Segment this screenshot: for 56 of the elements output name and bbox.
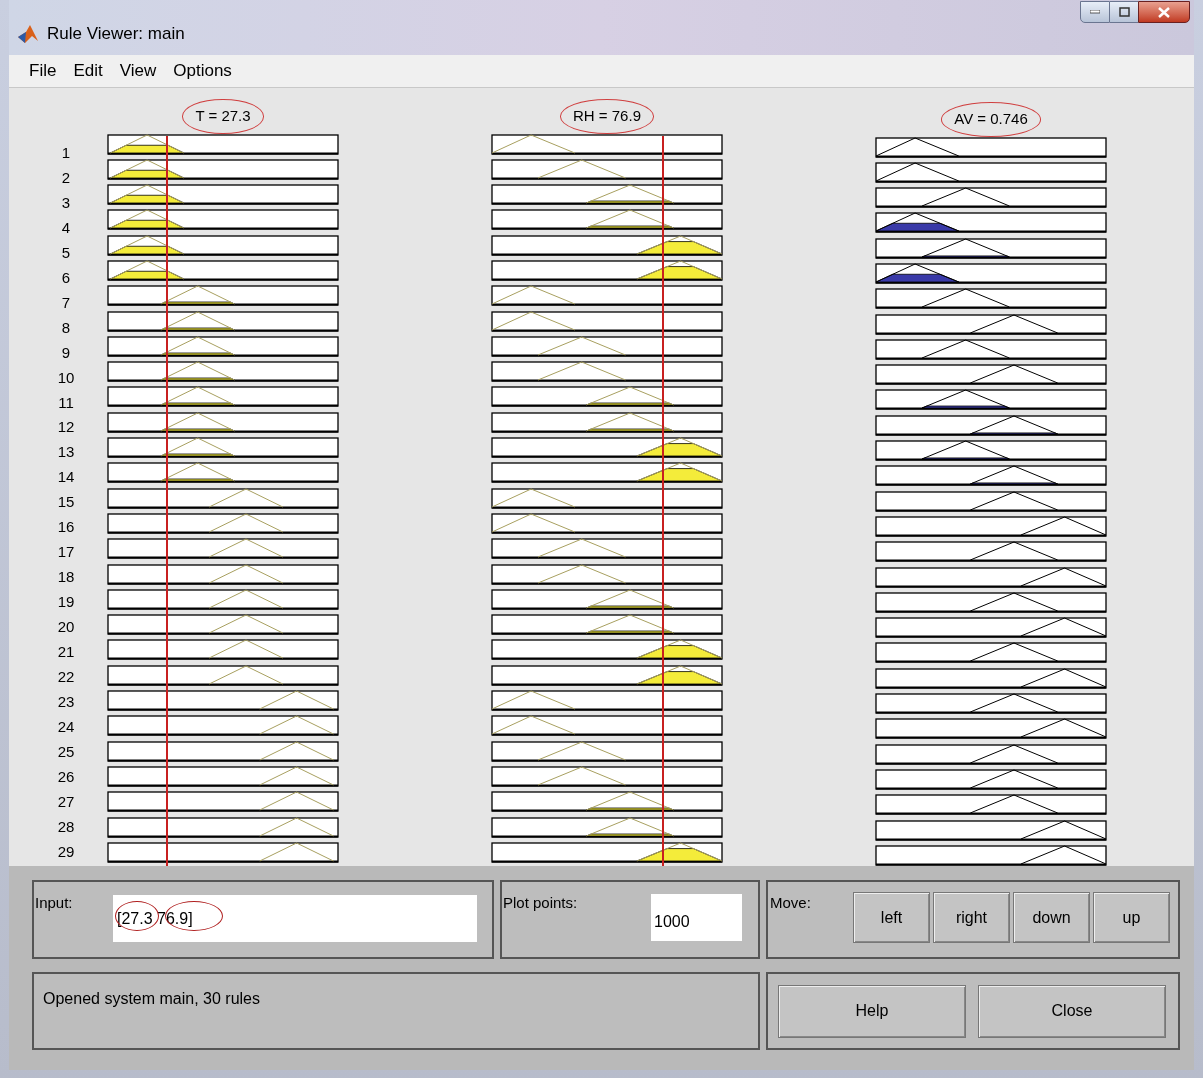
rule-number: 27	[57, 794, 75, 809]
input-value-line[interactable]	[165, 136, 168, 866]
rule-number: 6	[61, 269, 71, 285]
input-label: Input:	[35, 893, 74, 913]
menu-item[interactable]: View	[119, 58, 157, 84]
rule-number: 13	[57, 444, 75, 460]
move-button[interactable]: up	[1093, 892, 1170, 943]
move-button[interactable]: right	[933, 892, 1010, 943]
rule-number: 16	[57, 519, 75, 535]
status-message: Opened system main, 30 rules	[43, 990, 260, 1007]
rule-number: 14	[57, 469, 75, 485]
window-title: Rule Viewer: main	[47, 22, 185, 45]
rule-number: 7	[61, 294, 71, 310]
rule-number: 15	[57, 494, 75, 510]
rule-number: 20	[57, 619, 75, 635]
rule-number: 11	[58, 394, 74, 410]
rule-number: 25	[57, 744, 75, 760]
rule-number: 12	[57, 419, 75, 435]
close-icon	[1158, 6, 1170, 18]
rule-number: 29	[57, 843, 75, 859]
rule-number: 23	[57, 694, 75, 710]
dialog-button[interactable]: Help	[778, 984, 966, 1038]
menu-item[interactable]: Options	[173, 58, 232, 84]
rule-number: 4	[61, 219, 71, 235]
plot-points-field[interactable]: 1000	[651, 894, 742, 941]
rule-number: 18	[57, 569, 75, 585]
maximize-icon	[1118, 7, 1130, 17]
variable-value-label: T = 27.3	[182, 99, 264, 134]
rule-number: 5	[61, 244, 71, 260]
maximize-button[interactable]	[1110, 1, 1138, 23]
menu-item[interactable]: File	[29, 58, 57, 84]
rule-number: 22	[57, 669, 75, 685]
move-button[interactable]: left	[853, 892, 930, 943]
input-value-line[interactable]	[662, 136, 665, 866]
close-window-button[interactable]	[1138, 1, 1190, 23]
rule-number: 10	[57, 369, 75, 385]
menu-item[interactable]: Edit	[73, 58, 103, 84]
rule-number: 1	[61, 144, 71, 160]
rule-number: 9	[61, 344, 71, 360]
rule-number: 2	[61, 169, 71, 185]
rule-number: 26	[57, 769, 75, 785]
dialog-button[interactable]: Close	[978, 984, 1166, 1038]
rule-number: 17	[57, 544, 75, 560]
move-button[interactable]: down	[1013, 892, 1090, 943]
rule-number: 21	[57, 644, 75, 660]
rule-number: 28	[57, 819, 75, 834]
variable-value-label: AV = 0.746	[941, 102, 1041, 137]
rule-number: 24	[57, 719, 75, 735]
plot-points-label: Plot points:	[503, 893, 579, 913]
variable-value-label: RH = 76.9	[560, 99, 654, 134]
move-label: Move:	[770, 893, 812, 913]
minimize-button[interactable]	[1080, 1, 1110, 23]
rule-number: 19	[57, 594, 75, 610]
rule-number: 3	[61, 194, 71, 210]
minimize-icon	[1090, 10, 1100, 14]
rule-number: 8	[61, 319, 71, 335]
